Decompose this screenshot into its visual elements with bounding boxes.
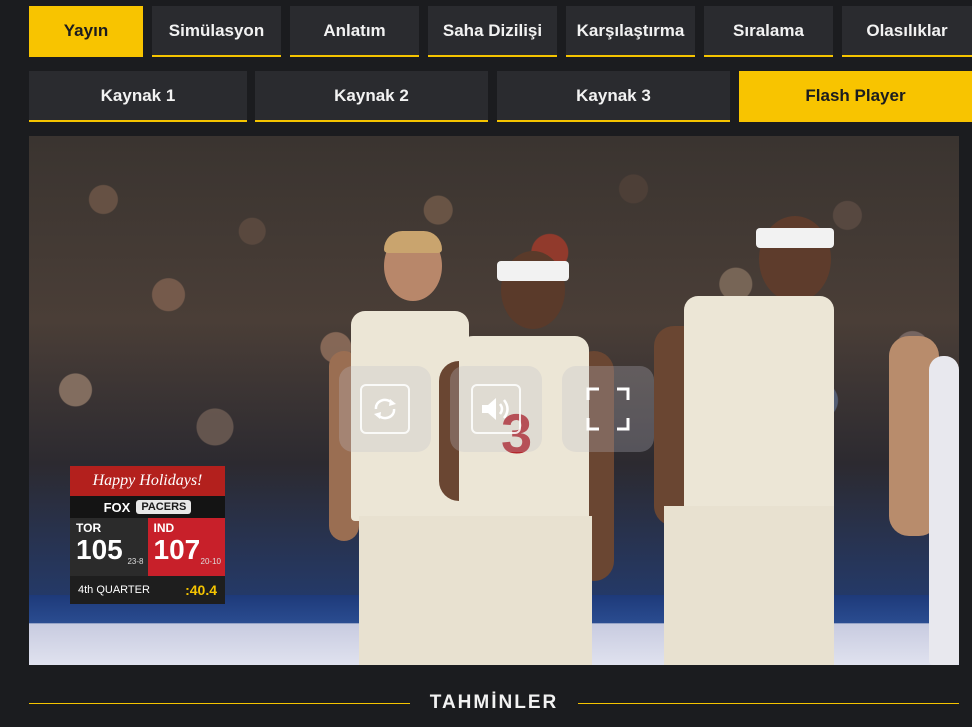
fullscreen-icon	[586, 387, 630, 431]
team-home: TOR 105 23-8	[70, 518, 148, 576]
tab-kaynak-3[interactable]: Kaynak 3	[497, 71, 730, 122]
partner-logo: PACERS	[136, 500, 192, 514]
tab-anlatim[interactable]: Anlatım	[290, 6, 419, 57]
team-away-abbr: IND	[153, 521, 175, 535]
replay-button[interactable]	[339, 366, 431, 452]
section-title: TAHMİNLER	[429, 692, 559, 713]
replay-icon	[374, 398, 396, 420]
scorebug-banner: Happy Holidays!	[70, 466, 225, 496]
team-away-record: 20-10	[200, 557, 221, 566]
volume-icon	[482, 398, 509, 420]
tab-kaynak-1[interactable]: Kaynak 1	[29, 71, 247, 122]
tab-saha-dizilisi[interactable]: Saha Dizilişi	[428, 6, 557, 57]
tab-flash-player[interactable]: Flash Player	[739, 71, 972, 122]
tab-yayin[interactable]: Yayın	[29, 6, 143, 57]
divider-right	[578, 702, 959, 704]
basketball-player-center: 3	[439, 251, 614, 665]
scorebug: Happy Holidays! FOX PACERS TOR 105 23-8 …	[70, 466, 225, 604]
team-home-abbr: TOR	[76, 521, 102, 535]
basketball-player-edge	[879, 316, 959, 665]
tab-kaynak-2[interactable]: Kaynak 2	[255, 71, 488, 122]
game-period: 4th QUARTER	[78, 584, 150, 596]
section-heading: TAHMİNLER	[29, 686, 959, 720]
scorebug-clock: 4th QUARTER :40.4	[70, 576, 225, 604]
tab-siralama[interactable]: Sıralama	[704, 6, 833, 57]
scorebug-scores: TOR 105 23-8 IND 107 20-10	[70, 518, 225, 576]
fullscreen-button[interactable]	[562, 366, 654, 452]
divider-left	[29, 702, 410, 704]
network-logo: FOX	[103, 499, 131, 515]
tab-simulasyon[interactable]: Simülasyon	[152, 6, 281, 57]
scorebug-network: FOX PACERS	[70, 496, 225, 518]
video-player[interactable]: 3 Happy Holidays! FOX PACERS TOR 105 23-…	[29, 136, 959, 665]
team-away: IND 107 20-10	[147, 518, 225, 576]
tab-karsilastirma[interactable]: Karşılaştırma	[566, 6, 695, 57]
game-clock: :40.4	[185, 582, 217, 598]
basketball-player-right	[644, 216, 854, 665]
tab-olasiliklar[interactable]: Olasılıklar	[842, 6, 972, 57]
team-home-record: 23-8	[127, 557, 144, 566]
volume-button[interactable]	[450, 366, 542, 452]
